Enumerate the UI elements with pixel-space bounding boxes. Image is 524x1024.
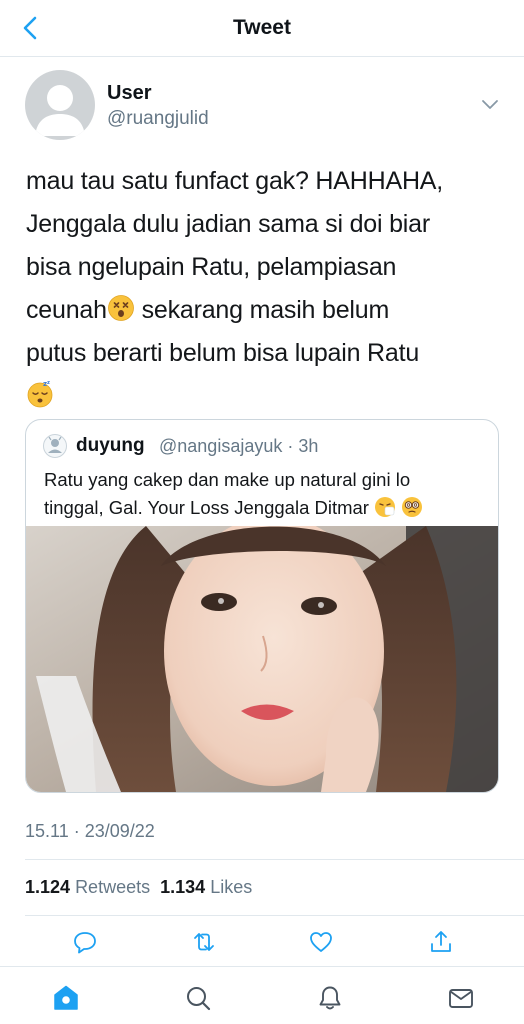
top-nav-bar: Tweet (0, 0, 524, 57)
retweets-count[interactable]: 1.124 (25, 877, 70, 897)
author-handle[interactable]: @ruangjulid (107, 108, 209, 130)
quote-line: Ratu yang cakep dan make up natural gini… (44, 469, 411, 490)
tweet-line: z z (26, 375, 506, 418)
quoted-tweet-card[interactable]: duyung @nangisajayuk · 3h Ratu yang cake… (25, 419, 499, 793)
quote-text-segment: tinggal, Gal. Your Loss Jenggala Ditmar (44, 497, 369, 518)
quote-author-handle: @nangisajayuk (159, 436, 283, 456)
tweet-line: ceunah sekarang masih belum (26, 289, 506, 332)
search-icon[interactable] (184, 984, 212, 1012)
bottom-tab-bar (0, 966, 524, 1024)
tweet-text-segment: sekarang masih belum (134, 296, 390, 324)
divider (25, 859, 524, 860)
sneezing-face-emoji-icon (375, 497, 396, 517)
tweet-line: bisa ngelupain Ratu, pelampiasan (26, 253, 397, 281)
quote-author-avatar[interactable] (43, 434, 67, 458)
dizzy-eyes-emoji-icon (402, 497, 423, 517)
author-name[interactable]: User (107, 82, 151, 105)
likes-count[interactable]: 1.134 (160, 877, 205, 897)
tweet-text: mau tau satu funfact gak? HAHHAHA, Jengg… (26, 160, 506, 418)
tweet-line: Jenggala dulu jadian sama si doi biar (26, 210, 430, 238)
tweet-line: mau tau satu funfact gak? HAHHAHA, (26, 167, 444, 195)
home-icon[interactable] (52, 984, 80, 1012)
quote-time: 3h (298, 436, 319, 456)
quote-separator: · (287, 436, 294, 456)
notifications-icon[interactable] (316, 984, 344, 1012)
retweets-label[interactable]: Retweets (75, 877, 150, 897)
like-icon[interactable] (308, 929, 334, 955)
divider (25, 915, 524, 916)
reply-icon[interactable] (72, 929, 98, 955)
messages-icon[interactable] (447, 984, 475, 1012)
quote-meta: @nangisajayuk · 3h (159, 436, 318, 457)
likes-label[interactable]: Likes (210, 877, 252, 897)
avatar[interactable] (25, 70, 95, 140)
tweet-timestamp: 15.11 · 23/09/22 (25, 821, 155, 841)
svg-text:z: z (47, 380, 50, 386)
tweet-stats: 1.124 Retweets 1.134 Likes (25, 877, 252, 898)
page-title: Tweet (233, 16, 291, 39)
tweet-text-segment: ceunah (26, 296, 107, 324)
sleeping-face-emoji-icon: z z (27, 380, 53, 408)
default-avatar-icon (35, 85, 85, 136)
share-icon[interactable] (428, 929, 454, 955)
quote-photo[interactable] (26, 526, 498, 792)
retweet-icon[interactable] (191, 929, 217, 955)
quote-author-name[interactable]: duyung (76, 435, 145, 457)
chevron-down-icon[interactable] (480, 97, 500, 113)
dizzy-face-emoji-icon (107, 295, 134, 321)
tweet-line: putus berarti belum bisa lupain Ratu (26, 339, 420, 367)
quote-text: Ratu yang cakep dan make up natural gini… (44, 466, 484, 522)
quote-line: tinggal, Gal. Your Loss Jenggala Ditmar (44, 494, 484, 522)
